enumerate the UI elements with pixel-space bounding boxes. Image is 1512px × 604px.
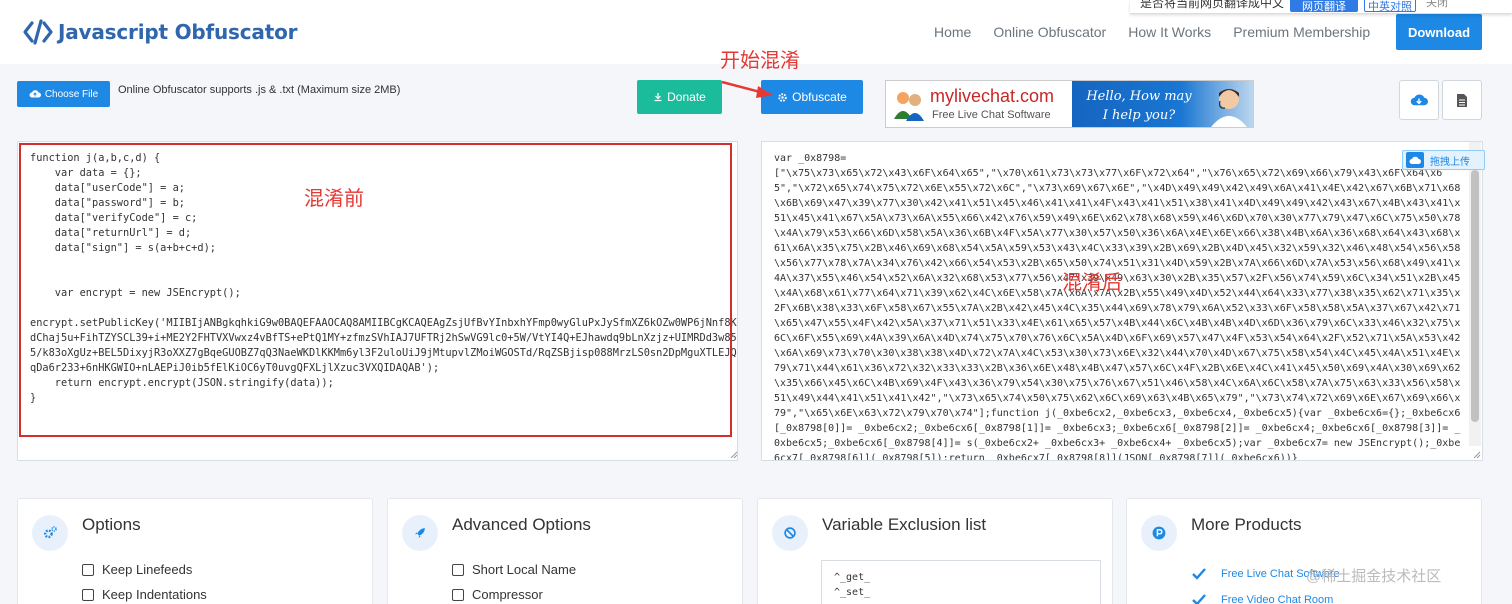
main-nav: Home Online Obfuscator How It Works Prem… <box>934 24 1392 40</box>
option-compressor[interactable]: Compressor <box>452 587 543 602</box>
checkbox[interactable] <box>452 588 464 601</box>
input-code-editor[interactable]: function j(a,b,c,d) { var data = {}; dat… <box>17 141 738 461</box>
code-line: dChaj5u+FihTZYSCL39+i+ME2Y2FHTVXVwxz4vBf… <box>30 332 738 344</box>
choose-file-button[interactable]: Choose File <box>17 81 110 107</box>
support-text: Online Obfuscator supports .js & .txt (M… <box>118 84 401 96</box>
resize-handle-icon[interactable] <box>1473 451 1481 459</box>
code-line: qDa6r233+6nHKGWIO+nLAEPiJ0ib5fElKiOC6yT0… <box>30 362 440 374</box>
translate-popup: 是否将当前网页翻译成中文 网页翻译 中英对照 关闭 <box>1130 0 1512 14</box>
choose-file-label: Choose File <box>44 88 99 100</box>
code-line: var encrypt = new JSEncrypt(); <box>30 287 241 299</box>
product-item[interactable]: Free Video Chat Room <box>1191 593 1333 604</box>
option-label: Short Local Name <box>472 562 577 577</box>
file-icon <box>1457 93 1467 107</box>
banner-subtitle: Free Live Chat Software <box>932 109 1051 121</box>
cloud-download-icon <box>1410 94 1428 106</box>
banner-title: mylivechat.com <box>930 86 1055 106</box>
obfuscate-label: Obfuscate <box>792 90 847 104</box>
code-line: function j(a,b,c,d) { <box>30 152 161 164</box>
checkbox[interactable] <box>452 563 464 576</box>
translate-page-button[interactable]: 网页翻译 <box>1290 0 1358 13</box>
banner-right: Hello, How may I help you? <box>1072 81 1253 127</box>
options-card: Options Keep Linefeeds Keep Indentations <box>17 498 373 604</box>
resize-handle-icon[interactable] <box>730 451 738 459</box>
code-line: data["verifyCode"] = c; <box>30 212 198 224</box>
code-line: encrypt.setPublicKey('MIIBIjANBgkqhkiG9w… <box>30 317 738 329</box>
product-hunt-icon <box>1141 515 1177 551</box>
banner-left: mylivechat.com Free Live Chat Software <box>886 81 1072 127</box>
exclusion-item: ^_set_ <box>834 587 871 598</box>
option-keep-linefeeds[interactable]: Keep Linefeeds <box>82 562 192 577</box>
translate-close-button[interactable]: 关闭 <box>1426 0 1448 10</box>
drag-upload-widget[interactable]: 拖拽上传 <box>1402 150 1485 170</box>
output-code-editor[interactable]: var _0x8798= ["\x75\x73\x65\x72\x43\x6F\… <box>761 141 1483 461</box>
code-brackets-icon <box>23 19 53 45</box>
donate-label: Donate <box>667 90 706 104</box>
variable-exclusion-title: Variable Exclusion list <box>822 515 987 534</box>
option-keep-indentations[interactable]: Keep Indentations <box>82 587 207 602</box>
gear-icon <box>778 92 787 102</box>
nav-home[interactable]: Home <box>934 24 971 40</box>
nav-online-obfuscator[interactable]: Online Obfuscator <box>993 24 1106 40</box>
more-products-title: More Products <box>1191 515 1302 534</box>
option-label: Compressor <box>472 587 543 602</box>
annotation-arrow-icon <box>721 80 773 98</box>
nav-how-it-works[interactable]: How It Works <box>1128 24 1211 40</box>
code-line: data["password"] = b; <box>30 197 185 209</box>
banner-tagline: Hello, How may I help you? <box>1086 89 1192 123</box>
bilingual-button[interactable]: 中英对照 <box>1364 0 1416 13</box>
translate-prompt: 是否将当前网页翻译成中文 <box>1140 0 1285 10</box>
check-icon <box>1192 594 1206 604</box>
download-icon <box>654 93 662 102</box>
options-title: Options <box>82 515 141 534</box>
cogs-icon <box>32 515 68 551</box>
annotation-before-obfuscation: 混淆前 <box>304 188 364 210</box>
code-line: var data = {}; <box>30 167 142 179</box>
code-line: data["userCode"] = a; <box>30 182 185 194</box>
juejin-watermark: @稀土掘金技术社区 <box>1306 568 1442 585</box>
output-code-text: var _0x8798= ["\x75\x73\x65\x72\x43\x6F\… <box>774 153 1461 461</box>
exclusion-list-input[interactable]: ^_get_ ^_set_ <box>821 560 1101 604</box>
code-line: data["returnUrl"] = d; <box>30 227 192 239</box>
drag-upload-label: 拖拽上传 <box>1430 156 1470 168</box>
people-icon <box>894 92 924 121</box>
annotation-after-obfuscation: 混淆后 <box>1062 272 1122 294</box>
output-scrollbar[interactable] <box>1469 142 1481 446</box>
checkbox[interactable] <box>82 588 94 601</box>
check-icon <box>1192 568 1206 580</box>
exclusion-item: ^_get_ <box>834 572 871 583</box>
advanced-options-card: Advanced Options Short Local Name Compre… <box>387 498 743 604</box>
cloud-download-button[interactable] <box>1399 80 1439 120</box>
advanced-options-title: Advanced Options <box>452 515 591 534</box>
option-label: Keep Linefeeds <box>102 562 193 577</box>
code-line: 5/k83oXgUz+BEL5DixyjR3oXXZ7gBqeGUOBZ7qQ3… <box>30 347 738 359</box>
nav-premium-membership[interactable]: Premium Membership <box>1233 24 1370 40</box>
site-logo[interactable]: Javascript Obfuscator <box>22 16 297 48</box>
more-products-card: More Products Free Live Chat Software Fr… <box>1126 498 1482 604</box>
checkbox[interactable] <box>82 563 94 576</box>
code-line: return encrypt.encrypt(JSON.stringify(da… <box>30 377 334 389</box>
annotation-start-obfuscation: 开始混淆 <box>720 50 800 72</box>
logo-text: Javascript Obfuscator <box>58 20 298 44</box>
option-label: Keep Indentations <box>102 587 207 602</box>
option-short-local-name[interactable]: Short Local Name <box>452 562 576 577</box>
livechat-ad-banner[interactable]: mylivechat.com Free Live Chat Software H… <box>885 80 1254 128</box>
cloud-upload-icon <box>29 90 41 98</box>
ban-icon <box>772 515 808 551</box>
product-link[interactable]: Free Video Chat Room <box>1221 594 1333 604</box>
donate-button[interactable]: Donate <box>637 80 722 114</box>
variable-exclusion-card: Variable Exclusion list ^_get_ ^_set_ <box>757 498 1113 604</box>
scroll-thumb[interactable] <box>1471 170 1479 422</box>
rocket-icon <box>402 515 438 551</box>
cloud-icon <box>1406 152 1424 168</box>
code-line: data["sign"] = s(a+b+c+d); <box>30 242 216 254</box>
input-code-text: function j(a,b,c,d) { var data = {}; dat… <box>30 151 738 406</box>
code-line: } <box>30 392 37 404</box>
file-button[interactable] <box>1442 80 1482 120</box>
support-agent-icon <box>1211 89 1247 127</box>
download-button[interactable]: Download <box>1396 14 1482 50</box>
